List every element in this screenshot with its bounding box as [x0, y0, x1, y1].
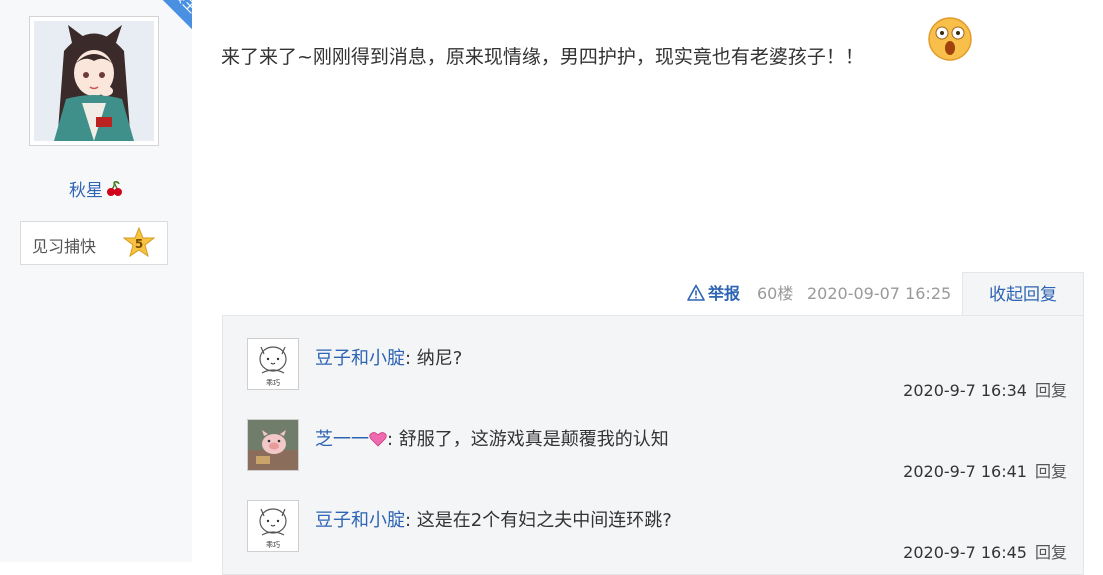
- ribbon-clip: 楼主: [0, 0, 192, 60]
- reply-separator: :: [387, 429, 399, 450]
- report-link[interactable]: 举报: [687, 284, 740, 304]
- reply-time: 2020-9-7 16:41: [903, 462, 1027, 481]
- cartoon-avatar-icon: 乖巧: [248, 501, 298, 551]
- reply-text: 纳尼?: [416, 348, 463, 369]
- cherry-icon: [105, 180, 123, 203]
- reply-username[interactable]: 芝一一: [315, 429, 369, 450]
- reply-text: 这是在2个有妇之夫中间连环跳?: [416, 510, 672, 531]
- avatar-caption: 乖巧: [266, 540, 280, 549]
- reply-line: 豆子和小腚: 这是在2个有妇之夫中间连环跳?: [315, 506, 672, 532]
- level-title: 见习捕快: [32, 237, 97, 256]
- author-name[interactable]: 秋星: [69, 181, 103, 201]
- reply-avatar[interactable]: 乖巧: [247, 500, 299, 552]
- reply-meta: 2020-9-7 16:34 回复: [903, 377, 1067, 401]
- reply-button[interactable]: 回复: [1035, 381, 1067, 400]
- author-column: 楼主 秋星 见习捕快 5: [0, 0, 192, 562]
- warning-icon: [687, 284, 705, 307]
- level-number: 5: [135, 237, 143, 251]
- reply-separator: :: [405, 348, 417, 369]
- report-label: 举报: [708, 284, 741, 303]
- reply-time: 2020-9-7 16:34: [903, 381, 1027, 400]
- reply-panel: 乖巧 豆子和小腚: 纳尼? 2020-9-7 16:34 回复 芝一一: 舒服…: [222, 315, 1084, 575]
- reply-item: 乖巧 豆子和小腚: 这是在2个有妇之夫中间连环跳? 2020-9-7 16:45…: [247, 500, 1067, 572]
- photo-avatar-icon: [248, 420, 298, 470]
- surprised-emoji-icon: [928, 17, 972, 61]
- reply-line: 豆子和小腚: 纳尼?: [315, 344, 462, 370]
- post-content: 来了来了~刚刚得到消息，原来现情缘，男四护护，现实竟也有老婆孩子！！: [221, 46, 864, 68]
- reply-avatar[interactable]: 乖巧: [247, 338, 299, 390]
- reply-meta: 2020-9-7 16:45 回复: [903, 539, 1067, 563]
- level-star-icon: 5: [123, 227, 155, 258]
- reply-button[interactable]: 回复: [1035, 543, 1067, 562]
- reply-item: 乖巧 豆子和小腚: 纳尼? 2020-9-7 16:34 回复: [247, 338, 1067, 410]
- author-name-row[interactable]: 秋星: [0, 176, 192, 203]
- reply-avatar[interactable]: [247, 419, 299, 471]
- reply-line: 芝一一 : 舒服了，这游戏真是颠覆我的认知: [315, 425, 669, 452]
- avatar-caption: 乖巧: [266, 378, 280, 387]
- reply-time: 2020-9-7 16:45: [903, 543, 1027, 562]
- reply-button[interactable]: 回复: [1035, 462, 1067, 481]
- floor-number: 60楼: [757, 284, 794, 303]
- cartoon-avatar-icon: 乖巧: [248, 339, 298, 389]
- reply-username[interactable]: 豆子和小腚: [315, 510, 405, 531]
- op-badge: 楼主: [142, 0, 192, 44]
- reply-meta: 2020-9-7 16:41 回复: [903, 458, 1067, 482]
- reply-item: 芝一一 : 舒服了，这游戏真是颠覆我的认知 2020-9-7 16:41 回复: [247, 419, 1067, 491]
- reply-text: 舒服了，这游戏真是颠覆我的认知: [398, 429, 669, 450]
- heart-icon: [369, 431, 387, 452]
- reply-separator: :: [405, 510, 417, 531]
- reply-username[interactable]: 豆子和小腚: [315, 348, 405, 369]
- level-box[interactable]: 见习捕快 5: [20, 221, 168, 265]
- collapse-replies-button[interactable]: 收起回复: [962, 272, 1084, 316]
- post-time: 2020-09-07 16:25: [807, 284, 952, 303]
